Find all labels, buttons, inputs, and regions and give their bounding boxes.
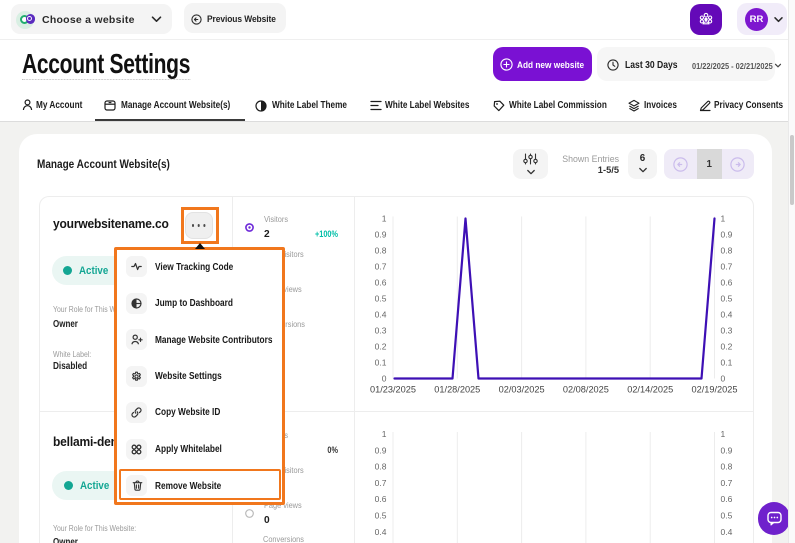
svg-text:01/23/2025: 01/23/2025 [370, 384, 416, 394]
svg-text:0.8: 0.8 [374, 462, 386, 472]
svg-text:0.5: 0.5 [374, 511, 386, 521]
svg-text:0.5: 0.5 [720, 511, 732, 521]
svg-text:0.7: 0.7 [720, 261, 732, 271]
svg-text:0.8: 0.8 [720, 245, 732, 255]
svg-text:0.3: 0.3 [720, 325, 732, 335]
svg-text:0.9: 0.9 [720, 229, 732, 239]
svg-text:0.5: 0.5 [720, 293, 732, 303]
svg-text:0.9: 0.9 [374, 229, 386, 239]
svg-text:0.6: 0.6 [720, 277, 732, 287]
svg-text:0.7: 0.7 [374, 478, 386, 488]
svg-text:0.3: 0.3 [374, 325, 386, 335]
svg-text:0.6: 0.6 [374, 277, 386, 287]
svg-text:02/14/2025: 02/14/2025 [627, 384, 673, 394]
svg-text:0.6: 0.6 [720, 494, 732, 504]
svg-text:0.7: 0.7 [374, 261, 386, 271]
svg-text:0.4: 0.4 [720, 309, 732, 319]
svg-text:1: 1 [381, 429, 386, 439]
svg-text:0.1: 0.1 [374, 357, 386, 367]
svg-text:0.8: 0.8 [720, 462, 732, 472]
svg-text:0.9: 0.9 [720, 445, 732, 455]
svg-text:0.5: 0.5 [374, 293, 386, 303]
svg-text:0.2: 0.2 [720, 341, 732, 351]
svg-text:0.7: 0.7 [720, 478, 732, 488]
svg-text:0.2: 0.2 [374, 341, 386, 351]
svg-text:1: 1 [720, 429, 725, 439]
svg-text:0: 0 [381, 373, 386, 383]
svg-text:0.4: 0.4 [374, 309, 386, 319]
svg-text:02/03/2025: 02/03/2025 [498, 384, 544, 394]
svg-text:0.1: 0.1 [720, 357, 732, 367]
svg-text:02/08/2025: 02/08/2025 [562, 384, 608, 394]
svg-text:0.9: 0.9 [374, 445, 386, 455]
svg-text:0.6: 0.6 [374, 494, 386, 504]
svg-text:1: 1 [381, 213, 386, 223]
svg-text:1: 1 [720, 213, 725, 223]
svg-text:0.4: 0.4 [720, 527, 732, 537]
svg-text:01/28/2025: 01/28/2025 [434, 384, 480, 394]
svg-text:0: 0 [720, 373, 725, 383]
svg-text:0.4: 0.4 [374, 527, 386, 537]
svg-text:0.8: 0.8 [374, 245, 386, 255]
svg-text:02/19/2025: 02/19/2025 [691, 384, 737, 394]
